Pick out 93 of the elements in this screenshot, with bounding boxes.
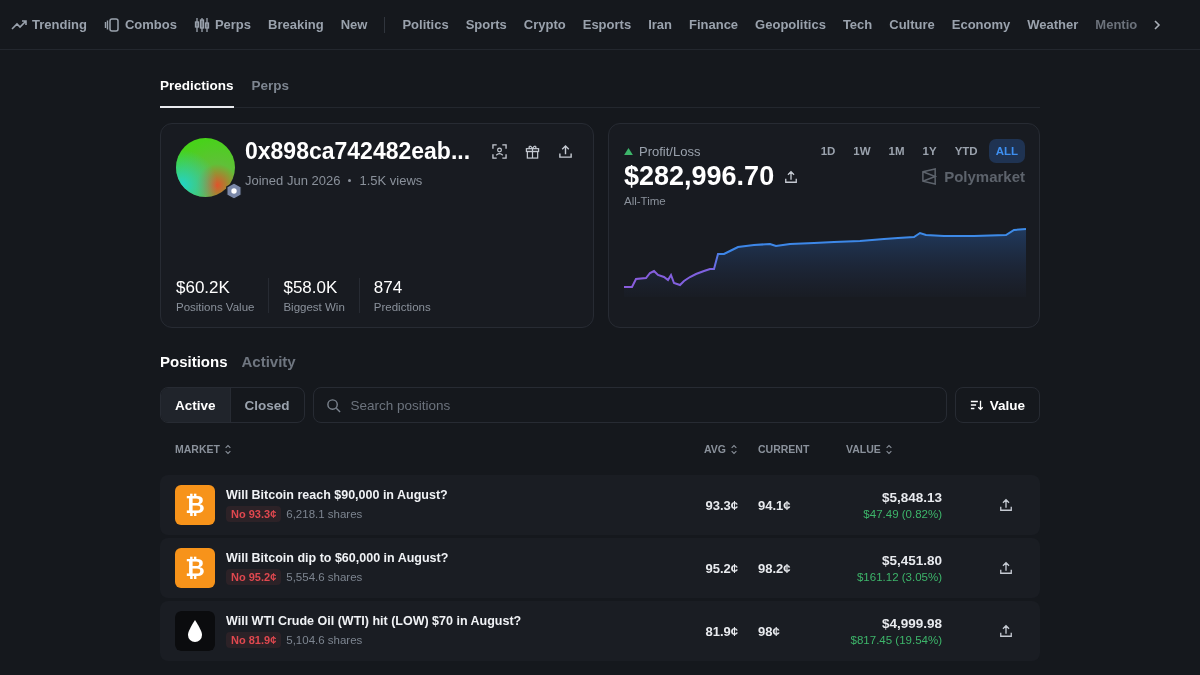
sort-button[interactable]: Value [954, 387, 1040, 423]
range-button[interactable]: 1W [846, 139, 878, 163]
nav-link[interactable]: Sports [465, 17, 507, 32]
share-icon[interactable] [999, 498, 1013, 512]
filter-button[interactable]: Closed [230, 388, 304, 422]
outcome-badge: No 93.3¢ [226, 506, 282, 522]
nav-link[interactable]: Mentio [1095, 17, 1138, 32]
search-field[interactable]: Search positions [312, 387, 947, 423]
avg-price: 93.3¢ [705, 497, 738, 513]
nav-link[interactable]: Breaking [268, 17, 324, 32]
tab[interactable]: Positions [160, 353, 228, 370]
logo-icon [921, 168, 939, 185]
share-count: 5,104.6 shares [286, 634, 363, 646]
share-count: 5,554.6 shares [286, 571, 363, 583]
tab[interactable]: Activity [241, 353, 296, 370]
column-header: MARKET [175, 443, 220, 455]
nav-link[interactable]: Economy [951, 17, 1011, 32]
search-input[interactable]: Search positions [348, 396, 934, 414]
stat-value: 874 [373, 278, 404, 298]
bitcoin-icon: ₿ [175, 548, 215, 588]
stat-value: $58.0K [283, 278, 339, 298]
nav-link[interactable]: New [340, 17, 368, 32]
current-price: 98¢ [758, 623, 780, 639]
outcome-badge: No 81.9¢ [226, 632, 282, 648]
sort-arrows-icon[interactable] [884, 443, 893, 455]
nav-link[interactable]: Geopolitics [755, 17, 826, 32]
stat-label: Biggest Win [283, 301, 345, 313]
tab[interactable]: Perps [251, 74, 290, 108]
brand-name: Polymarket [944, 168, 1025, 185]
scan-icon[interactable] [492, 144, 508, 159]
profit-amount: $817.45 (19.54%) [850, 634, 942, 646]
nav-link[interactable]: Crypto [523, 17, 566, 32]
stat-label: Positions Value [176, 301, 255, 313]
stat-label: Predictions [373, 301, 431, 313]
position-row[interactable]: Will WTI Crude Oil (WTI) hit (LOW) $70 in August? No 81.9¢ 5,104.6 shares 81.9¢ 98¢ $4,999.98 $817.45 (19.54%) [160, 601, 1040, 661]
view-count: 1.5K views [359, 173, 423, 188]
wallet-address: 0x898ca742482eab... [245, 138, 471, 165]
share-count: 6,218.1 shares [286, 508, 363, 520]
market-title[interactable]: Will Bitcoin reach $90,000 in August? [226, 488, 448, 502]
share-icon[interactable] [558, 144, 574, 159]
share-icon[interactable] [999, 624, 1013, 638]
nav-link[interactable]: Perps [193, 16, 252, 33]
stat-value: $60.2K [176, 278, 231, 298]
current-price: 98.2¢ [758, 560, 791, 576]
column-header: VALUE [846, 443, 881, 455]
pnl-label: Profit/Loss [639, 143, 701, 159]
nav-link[interactable]: Finance [688, 17, 739, 32]
search-icon [325, 397, 341, 413]
nav-link[interactable]: Iran [648, 17, 672, 32]
range-button[interactable]: ALL [988, 139, 1025, 163]
share-icon[interactable] [999, 561, 1013, 575]
nav-link[interactable]: Trending [11, 16, 87, 33]
sort-icon [969, 398, 984, 412]
verified-badge-icon [225, 182, 243, 200]
candlestick-icon [193, 16, 210, 33]
bitcoin-icon: ₿ [175, 485, 215, 525]
nav-link[interactable]: Tech [842, 17, 873, 32]
profit-amount: $47.49 (0.82%) [863, 508, 942, 520]
position-row[interactable]: ₿ Will Bitcoin dip to $60,000 in August? No 95.2¢ 5,554.6 shares 95.2¢ 98.2¢ $5,451.80 $161.12 (3.05%) [160, 538, 1040, 598]
gift-icon[interactable] [525, 144, 541, 159]
avg-price: 81.9¢ [705, 623, 738, 639]
range-button[interactable]: 1M [881, 139, 912, 163]
nav-link[interactable]: Esports [582, 17, 632, 32]
share-icon[interactable] [784, 169, 799, 184]
period-label: All-Time [624, 195, 667, 207]
nav-link[interactable]: Culture [889, 17, 935, 32]
sort-arrows-icon[interactable] [223, 443, 232, 455]
profit-amount: $161.12 (3.05%) [856, 571, 942, 583]
range-button[interactable]: YTD [947, 139, 985, 163]
range-button[interactable]: 1D [813, 139, 843, 163]
market-title[interactable]: Will WTI Crude Oil (WTI) hit (LOW) $70 in August? [226, 614, 522, 628]
nav-link[interactable]: Combos [103, 16, 177, 33]
current-price: 94.1¢ [758, 497, 791, 513]
position-value: $5,848.13 [881, 490, 942, 505]
joined-date: Joined Jun 2026 [245, 173, 341, 188]
filter-button[interactable]: Active [161, 388, 231, 422]
up-triangle-icon [624, 147, 633, 155]
range-button[interactable]: 1Y [915, 139, 944, 163]
avg-price: 95.2¢ [705, 560, 738, 576]
nav-link[interactable]: Politics [402, 17, 449, 32]
column-header: CURRENT [758, 443, 810, 455]
market-title[interactable]: Will Bitcoin dip to $60,000 in August? [226, 551, 449, 565]
position-value: $4,999.98 [881, 616, 942, 631]
sort-arrows-icon[interactable] [730, 443, 738, 455]
position-row[interactable]: ₿ Will Bitcoin reach $90,000 in August? No 93.3¢ 6,218.1 shares 93.3¢ 94.1¢ $5,848.13 $47.49 (0.82%) [160, 475, 1040, 535]
position-value: $5,451.80 [881, 553, 942, 568]
nav-link[interactable]: Weather [1027, 17, 1079, 32]
pnl-amount: $282,996.70 [624, 161, 775, 192]
tab[interactable]: Predictions [160, 74, 234, 108]
outcome-badge: No 95.2¢ [226, 569, 282, 585]
oil-drop-icon [175, 611, 215, 651]
column-header: AVG [704, 443, 726, 455]
combos-icon [103, 16, 120, 33]
